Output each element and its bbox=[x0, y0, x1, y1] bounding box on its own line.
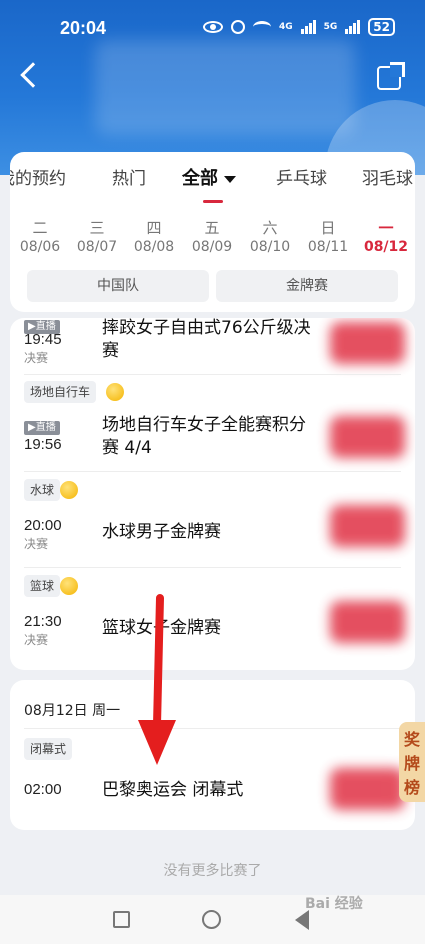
share-icon[interactable] bbox=[377, 62, 405, 90]
arrow-shaft bbox=[153, 594, 164, 729]
gold-medal-icon bbox=[60, 577, 78, 595]
date-cell[interactable]: 五 08/09 bbox=[184, 217, 240, 255]
date-cell-selected[interactable]: 一 08/12 bbox=[358, 217, 414, 255]
status-time: 20:04 bbox=[60, 18, 107, 38]
date-day: 08/12 bbox=[363, 239, 409, 255]
date-weekday: 日 bbox=[320, 219, 336, 237]
sport-tag: 水球 bbox=[24, 479, 61, 501]
tab-all[interactable]: 全部 bbox=[182, 164, 236, 190]
event-row[interactable]: 场地自行车 ▶直播 19:56 场地自行车女子全能赛积分赛 4/4 bbox=[10, 374, 415, 474]
schedule-filter-card: 我的预约 热门 全部 乒乓球 羽毛球 二 08/06 三 08/07 四 08/08 … bbox=[10, 152, 415, 312]
eye-icon bbox=[202, 21, 223, 33]
date-day: 08/06 bbox=[19, 239, 61, 255]
tab-badminton[interactable]: 羽毛球 bbox=[362, 164, 413, 189]
back-nav-icon[interactable] bbox=[295, 910, 309, 930]
gold-medal-icon bbox=[60, 481, 78, 499]
event-row[interactable]: ▶直播 19:45 决赛 摔跤女子自由式76公斤级决赛 bbox=[10, 318, 415, 373]
event-row[interactable]: 闭幕式 02:00 巴黎奥运会 闭幕式 bbox=[10, 728, 415, 828]
alarm-icon bbox=[230, 20, 245, 34]
event-name: 巴黎奥运会 闭幕式 bbox=[102, 780, 244, 800]
sport-tag: 场地自行车 bbox=[24, 381, 97, 403]
red-arrow-annotation bbox=[138, 594, 176, 765]
back-icon[interactable] bbox=[20, 62, 46, 88]
filter-gold-medal-button[interactable]: 金牌赛 bbox=[216, 270, 398, 302]
event-time: 21:30 bbox=[24, 613, 62, 630]
event-stage: 决赛 bbox=[24, 537, 49, 551]
date-day: 08/09 bbox=[191, 239, 233, 255]
event-name: 场地自行车女子全能赛积分赛 4/4 bbox=[102, 415, 306, 458]
blurred-title bbox=[95, 40, 355, 135]
event-time: 02:00 bbox=[24, 781, 62, 798]
event-name: 水球男子金牌赛 bbox=[102, 522, 221, 542]
active-tab-indicator bbox=[203, 200, 223, 203]
status-icons: 4G 5G 52 bbox=[202, 18, 395, 36]
filter-china-team-button[interactable]: 中国队 bbox=[27, 270, 209, 302]
date-cell[interactable]: 日 08/11 bbox=[300, 217, 356, 255]
home-icon[interactable] bbox=[202, 910, 221, 929]
event-list-card: ▶直播 19:45 决赛 摔跤女子自由式76公斤级决赛 场地自行车 ▶直播 19… bbox=[10, 318, 415, 670]
event-time: 19:56 bbox=[24, 436, 62, 453]
date-weekday: 一 bbox=[378, 219, 394, 237]
date-cell[interactable]: 四 08/08 bbox=[126, 217, 182, 255]
date-weekday: 六 bbox=[262, 219, 278, 237]
tab-my-booking[interactable]: 我的预约 bbox=[10, 164, 66, 189]
sport-tag: 闭幕式 bbox=[24, 738, 73, 760]
blurred-action-button[interactable] bbox=[330, 322, 405, 364]
event-time: 20:00 bbox=[24, 517, 62, 534]
gold-medal-icon bbox=[106, 383, 124, 401]
tab-hot[interactable]: 热门 bbox=[112, 164, 146, 189]
network-5g-label: 5G bbox=[323, 22, 338, 32]
blurred-action-button[interactable] bbox=[330, 768, 405, 810]
watermark: Bai 经验 bbox=[305, 896, 363, 912]
arrow-head bbox=[138, 720, 176, 765]
sport-tag: 篮球 bbox=[24, 575, 61, 597]
date-day: 08/08 bbox=[133, 239, 175, 255]
date-weekday: 二 bbox=[32, 219, 48, 237]
tab-table-tennis[interactable]: 乒乓球 bbox=[276, 164, 327, 189]
date-day: 08/10 bbox=[249, 239, 291, 255]
event-row[interactable]: 水球 20:00 决赛 水球男子金牌赛 bbox=[10, 471, 415, 568]
medal-table-tab[interactable]: 奖牌榜 bbox=[399, 722, 425, 802]
date-weekday: 四 bbox=[146, 219, 162, 237]
category-tabs: 我的预约 热门 全部 乒乓球 羽毛球 bbox=[10, 164, 415, 204]
date-day: 08/07 bbox=[76, 239, 118, 255]
header: 20:04 4G 5G 52 bbox=[0, 0, 425, 175]
caret-down-icon bbox=[224, 175, 236, 183]
blurred-action-button[interactable] bbox=[330, 505, 405, 547]
date-cell[interactable]: 六 08/10 bbox=[242, 217, 298, 255]
date-cell[interactable]: 二 08/06 bbox=[12, 217, 68, 255]
day-header: 08月12日 周一 bbox=[24, 703, 121, 719]
no-more-text: 没有更多比赛了 bbox=[163, 863, 262, 879]
date-weekday: 三 bbox=[89, 219, 105, 237]
blurred-action-button[interactable] bbox=[330, 416, 405, 458]
event-name: 摔跤女子自由式76公斤级决赛 bbox=[102, 318, 311, 361]
battery-icon: 52 bbox=[368, 18, 395, 36]
live-badge: ▶直播 bbox=[24, 421, 60, 435]
signal-icon bbox=[300, 20, 316, 34]
wifi-icon bbox=[252, 21, 271, 33]
date-selector: 二 08/06 三 08/07 四 08/08 五 08/09 六 08/10 日 08/1… bbox=[10, 217, 415, 257]
event-stage: 决赛 bbox=[24, 351, 49, 365]
date-cell[interactable]: 三 08/07 bbox=[69, 217, 125, 255]
tab-all-label: 全部 bbox=[182, 168, 218, 189]
live-label: 直播 bbox=[35, 422, 56, 433]
date-day: 08/11 bbox=[307, 239, 349, 255]
blurred-action-button[interactable] bbox=[330, 601, 405, 643]
network-4g-label: 4G bbox=[278, 22, 293, 32]
event-row[interactable]: 篮球 21:30 决赛 篮球女子金牌赛 bbox=[10, 567, 415, 667]
date-weekday: 五 bbox=[204, 219, 220, 237]
event-time: 19:45 bbox=[24, 331, 62, 348]
day-block: 08月12日 周一 闭幕式 02:00 巴黎奥运会 闭幕式 bbox=[10, 680, 415, 830]
event-stage: 决赛 bbox=[24, 633, 49, 647]
recents-icon[interactable] bbox=[113, 911, 130, 928]
signal-icon-2 bbox=[345, 20, 361, 34]
